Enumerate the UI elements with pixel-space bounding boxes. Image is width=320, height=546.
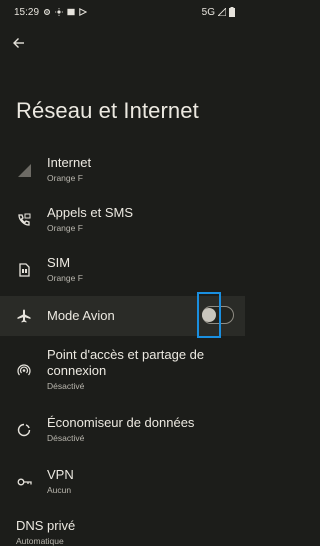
list-item-vpn[interactable]: VPN Aucun [0,460,245,504]
status-time: 15:29 [14,6,40,18]
data-saver-icon [16,422,32,438]
play-icon [79,8,88,16]
list-item-hotspot[interactable]: Point d'accès et partage de connexion Dé… [0,344,245,406]
signal-icon [16,162,32,178]
vpn-key-icon [16,474,32,490]
battery-icon [229,7,235,17]
status-right: 5G [202,7,235,18]
list-item-calls-sms[interactable]: Appels et SMS Orange F [0,198,245,242]
network-type: 5G [201,6,215,18]
arrow-left-icon [13,38,24,48]
list-item-subtitle: Orange F [47,273,83,283]
list-item-subtitle: Orange F [47,223,83,233]
airplane-icon [16,308,32,324]
hotspot-icon [16,362,32,378]
gear-icon [44,9,51,15]
signal-icon [218,8,226,16]
brightness-icon [55,8,64,16]
list-item-subtitle: Orange F [47,173,83,183]
sim-icon [16,262,32,278]
list-item-internet[interactable]: Internet Orange F [0,148,245,192]
list-item-title: Appels et SMS [47,205,133,220]
list-item-subtitle: Automatique [16,536,64,546]
list-item-title: Point d'accès et partage de connexion [47,347,205,378]
list-item-title: SIM [47,255,71,270]
status-left: 15:29 [14,6,88,18]
cast-icon [67,8,75,16]
list-item-subtitle: Désactivé [47,433,85,443]
list-item-title: DNS privé [16,518,76,533]
list-item-subtitle: Désactivé [47,381,85,391]
list-item-sim[interactable]: SIM Orange F [0,248,245,292]
list-item-private-dns[interactable]: DNS privé Automatique [16,518,75,546]
list-item-subtitle: Aucun [47,485,72,495]
list-item-title: Internet [47,155,92,170]
status-bar: 15:29 5G [0,0,245,24]
page-title: Réseau et Internet [16,98,199,123]
list-item-data-saver[interactable]: Économiseur de données Désactivé [0,408,245,452]
list-item-title: VPN [47,467,74,482]
airplane-mode-toggle[interactable] [198,303,236,327]
back-button[interactable] [10,34,28,52]
phone-sms-icon [16,212,32,228]
list-item-title: Économiseur de données [47,415,195,430]
toggle-thumb [202,308,216,322]
